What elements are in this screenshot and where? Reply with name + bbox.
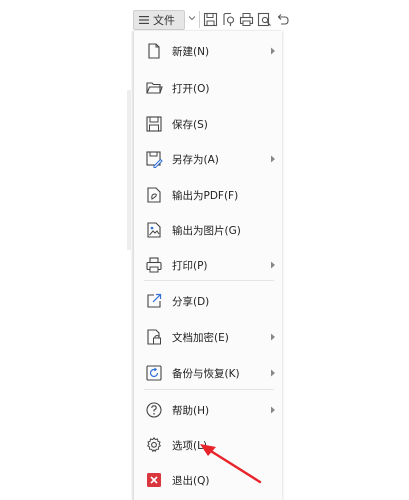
export-icon[interactable] [221,12,236,27]
help-icon [146,402,162,418]
file-dropdown-menu: 新建(N) 打开(O) 保存(S) 另存为(A) 输出为PDF(F) 输出为图片… [133,31,282,500]
chevron-down-icon[interactable] [187,13,197,23]
background-panel-strip [127,90,131,250]
menu-item-backup-restore[interactable]: 备份与恢复(K) [134,358,282,388]
open-folder-icon [146,82,163,94]
menu-item-save-as[interactable]: 另存为(A) [134,144,282,174]
save-icon [146,116,162,132]
backup-icon [146,365,162,381]
print-preview-icon[interactable] [257,12,272,27]
menu-item-label: 文档加密(E) [172,332,229,344]
print-icon [146,257,162,273]
menu-item-label: 备份与恢复(K) [172,368,240,380]
menu-item-encrypt[interactable]: 文档加密(E) [134,322,282,352]
menu-item-export-pdf[interactable]: 输出为PDF(F) [134,180,282,210]
gear-icon [146,436,162,453]
menu-item-label: 另存为(A) [172,154,219,166]
chevron-right-icon [271,155,275,163]
save-as-icon [146,151,163,168]
share-icon [147,293,162,308]
hamburger-icon [139,16,149,24]
menu-item-label: 分享(D) [172,296,210,308]
menu-divider [144,389,274,390]
toolbar-divider [199,11,200,28]
new-file-icon [148,43,160,59]
undo-icon[interactable] [275,12,290,27]
menu-item-help[interactable]: 帮助(H) [134,395,282,425]
menu-item-label: 帮助(H) [172,405,210,417]
menu-item-label: 新建(N) [172,46,210,58]
export-pdf-icon [147,187,161,203]
menu-item-export-image[interactable]: 输出为图片(G) [134,215,282,245]
menu-item-label: 打开(O) [172,83,210,95]
menu-item-open[interactable]: 打开(O) [134,73,282,103]
chevron-right-icon [271,261,275,269]
file-menu-button[interactable]: 文件 [133,10,185,30]
menu-item-print[interactable]: 打印(P) [134,250,282,280]
chevron-right-icon [271,333,275,341]
menu-item-save[interactable]: 保存(S) [134,109,282,139]
menu-item-label: 打印(P) [172,260,208,272]
menu-item-label: 输出为PDF(F) [172,190,239,202]
encrypt-icon [147,329,161,345]
menu-divider [144,280,274,281]
save-icon[interactable] [203,12,218,27]
menu-item-label: 输出为图片(G) [172,225,241,237]
menu-item-new[interactable]: 新建(N) [134,36,282,66]
file-menu-label: 文件 [153,14,175,27]
print-icon[interactable] [239,12,254,27]
exit-icon [147,473,161,487]
export-image-icon [147,222,161,238]
chevron-right-icon [271,406,275,414]
chevron-right-icon [271,369,275,377]
chevron-right-icon [271,47,275,55]
annotation-arrow [200,444,262,484]
menu-item-label: 保存(S) [172,119,208,131]
quick-access-toolbar: 文件 [125,6,409,32]
menu-item-share[interactable]: 分享(D) [134,286,282,316]
